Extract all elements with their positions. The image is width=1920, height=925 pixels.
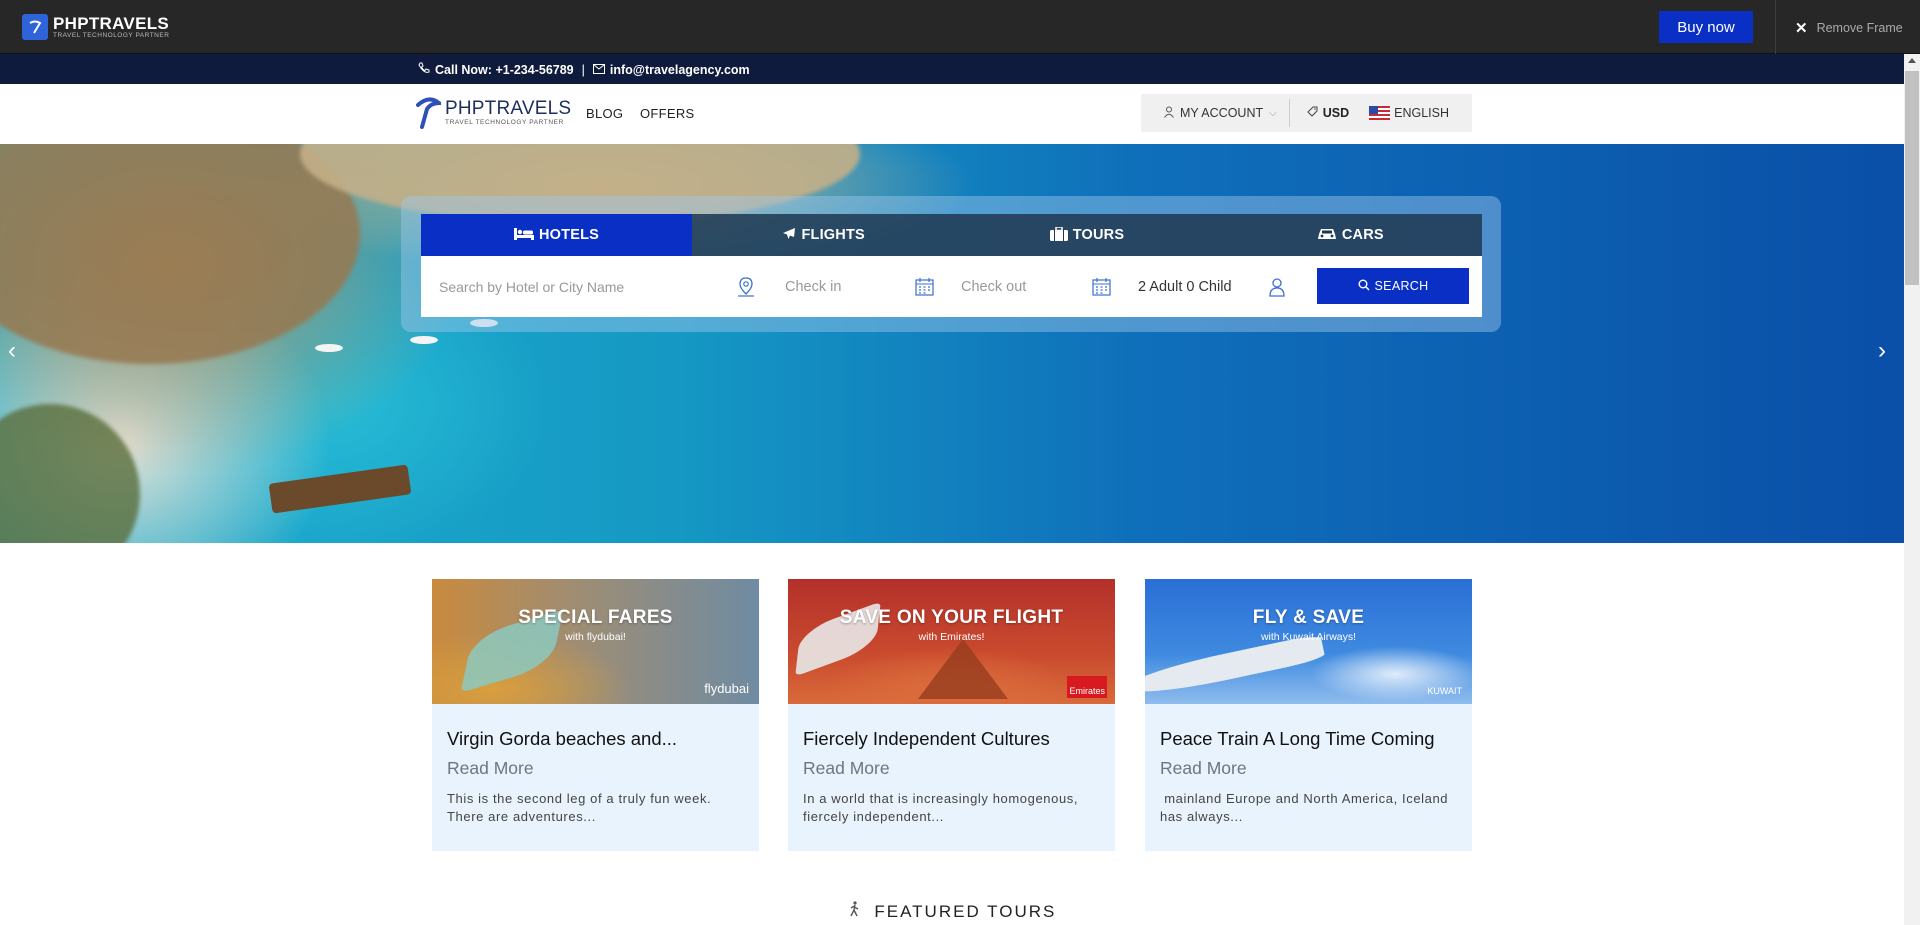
mail-icon [592,63,605,77]
buy-now-button[interactable]: Buy now [1659,11,1753,43]
account-currency-language-bar: MY ACCOUNT ⌵ USD ENGLISH [1141,94,1472,132]
location-pin-icon [737,277,755,302]
remove-frame-label: Remove Frame [1816,21,1903,35]
us-flag-icon [1369,106,1391,120]
calendar-icon [1092,277,1111,301]
carousel-prev-icon[interactable]: ‹ [8,337,16,365]
guests-selector[interactable]: 2 Adult 0 Child [1138,256,1288,317]
user-icon [1269,277,1285,302]
site-logo[interactable]: PHPTRAVELS TRAVEL TECHNOLOGY PARTNER [415,97,571,129]
hero-shipwreck-decor [268,464,412,514]
airline-brand-logo: flydubai [704,681,749,696]
nav-link-offers[interactable]: OFFERS [640,106,695,121]
airline-brand-logo: KUWAIT [1427,686,1462,696]
featured-tours-heading: FEATURED TOURS [0,901,1904,922]
demo-frame-bar: PHPTRAVELS TRAVEL TECHNOLOGY PARTNER Buy… [0,0,1920,54]
offer-banner-image: FLY & SAVE with Kuwait Airways! KUWAIT [1145,579,1472,704]
contact-topbar: Call Now: +1-234-56789 | info@travelagen… [0,54,1904,84]
offer-banner-image: SAVE ON YOUR FLIGHT with Emirates! Emira… [788,579,1115,704]
call-now-label: Call Now: [435,62,492,77]
plane-icon [782,227,796,244]
featured-tours-title: FEATURED TOURS [874,902,1057,921]
offer-card-description: mainland Europe and North America, Icela… [1160,791,1453,824]
carousel-next-icon[interactable]: › [1878,337,1886,365]
offer-card-description: This is the second leg of a truly fun we… [447,791,712,824]
logo-mark-icon [415,97,445,129]
calendar-icon [915,277,934,301]
currency-label: USD [1322,106,1350,120]
main-navbar: PHPTRAVELS TRAVEL TECHNOLOGY PARTNER BLO… [0,84,1904,144]
frame-divider [1775,0,1776,54]
phone-icon [418,62,430,77]
offer-banner-title: FLY & SAVE [1252,607,1365,628]
read-more-link[interactable]: Read More [447,758,534,779]
plane-body-decor [1145,633,1326,701]
currency-selector[interactable]: USD [1307,106,1349,120]
offer-banner-title: SAVE ON YOUR FLIGHT [839,607,1064,628]
tab-tours-label: TOURS [1072,227,1125,243]
search-tabs: HOTELS FLIGHTS TOURS CARS [421,214,1482,256]
close-icon: ✕ [1795,20,1808,37]
bed-icon [513,227,534,244]
language-label: ENGLISH [1394,106,1450,120]
scroll-up-icon[interactable] [1908,58,1916,63]
my-account-label: MY ACCOUNT [1180,106,1264,120]
offer-card-title[interactable]: Fiercely Independent Cultures [803,728,1050,750]
my-account-dropdown[interactable]: MY ACCOUNT ⌵ [1164,106,1277,121]
site-logo-text: PHPTRAVELS [445,98,572,120]
offer-banner-subtitle: with Emirates! [918,631,985,643]
tab-flights-label: FLIGHTS [801,227,865,243]
user-icon [1164,106,1174,121]
car-icon [1317,227,1337,244]
tab-hotels-label: HOTELS [538,227,599,243]
remove-frame-link[interactable]: ✕ Remove Frame [1795,19,1903,37]
email-address[interactable]: info@travelagency.com [610,63,750,77]
offer-card[interactable]: SAVE ON YOUR FLIGHT with Emirates! Emira… [788,579,1115,851]
suitcase-icon [1049,225,1068,244]
account-divider [1288,99,1290,127]
offer-banner-image: SPECIAL FARES with flydubai! flydubai [432,579,759,704]
frame-logo-subtext: TRAVEL TECHNOLOGY PARTNER [53,31,170,39]
search-button-label: SEARCH [1374,279,1429,293]
read-more-link[interactable]: Read More [1160,758,1247,779]
tab-cars[interactable]: CARS [1219,214,1482,256]
offer-card-title[interactable]: Virgin Gorda beaches and... [447,728,677,750]
pyramid-decor [918,639,1008,699]
tag-icon [1307,106,1318,120]
logo-mark-icon [22,14,48,40]
search-button[interactable]: SEARCH [1317,268,1469,304]
offer-banner-subtitle: with flydubai! [565,631,626,643]
hero-cliff-decor [0,144,360,364]
offer-card-title[interactable]: Peace Train A Long Time Coming [1160,728,1435,750]
offer-card[interactable]: FLY & SAVE with Kuwait Airways! KUWAIT P… [1145,579,1472,851]
offer-banner-title: SPECIAL FARES [518,607,673,628]
hiker-icon [848,901,869,921]
language-selector[interactable]: ENGLISH [1369,106,1449,120]
search-form: Search by Hotel or City Name Check in Ch… [421,256,1482,317]
checkin-input[interactable]: Check in [785,256,915,317]
checkout-input[interactable]: Check out [961,256,1091,317]
tab-cars-label: CARS [1341,227,1384,243]
frame-logo[interactable]: PHPTRAVELS TRAVEL TECHNOLOGY PARTNER [22,14,169,40]
airline-brand-logo: Emirates [1067,676,1107,698]
hero-cliff-decor [0,404,140,543]
hero-boat-decor [410,336,438,344]
search-icon [1358,279,1370,294]
offer-card-description: In a world that is increasingly homogeno… [803,791,1079,824]
phone-number[interactable]: +1-234-56789 [495,63,573,77]
nav-link-blog[interactable]: BLOG [586,106,623,121]
topbar-separator: | [581,62,585,77]
chevron-down-icon: ⌵ [1269,107,1277,119]
tab-hotels[interactable]: HOTELS [421,214,692,256]
read-more-link[interactable]: Read More [803,758,890,779]
site-logo-subtext: TRAVEL TECHNOLOGY PARTNER [445,119,564,127]
tab-flights[interactable]: FLIGHTS [692,214,955,256]
offer-card[interactable]: SPECIAL FARES with flydubai! flydubai Vi… [432,579,759,851]
offer-banner-subtitle: with Kuwait Airways! [1260,631,1357,643]
scrollbar-thumb[interactable] [1905,71,1919,285]
hero-boat-decor [315,344,343,352]
frame-logo-text: PHPTRAVELS [53,13,170,33]
tab-tours[interactable]: TOURS [955,214,1218,256]
destination-input[interactable]: Search by Hotel or City Name [439,256,719,317]
